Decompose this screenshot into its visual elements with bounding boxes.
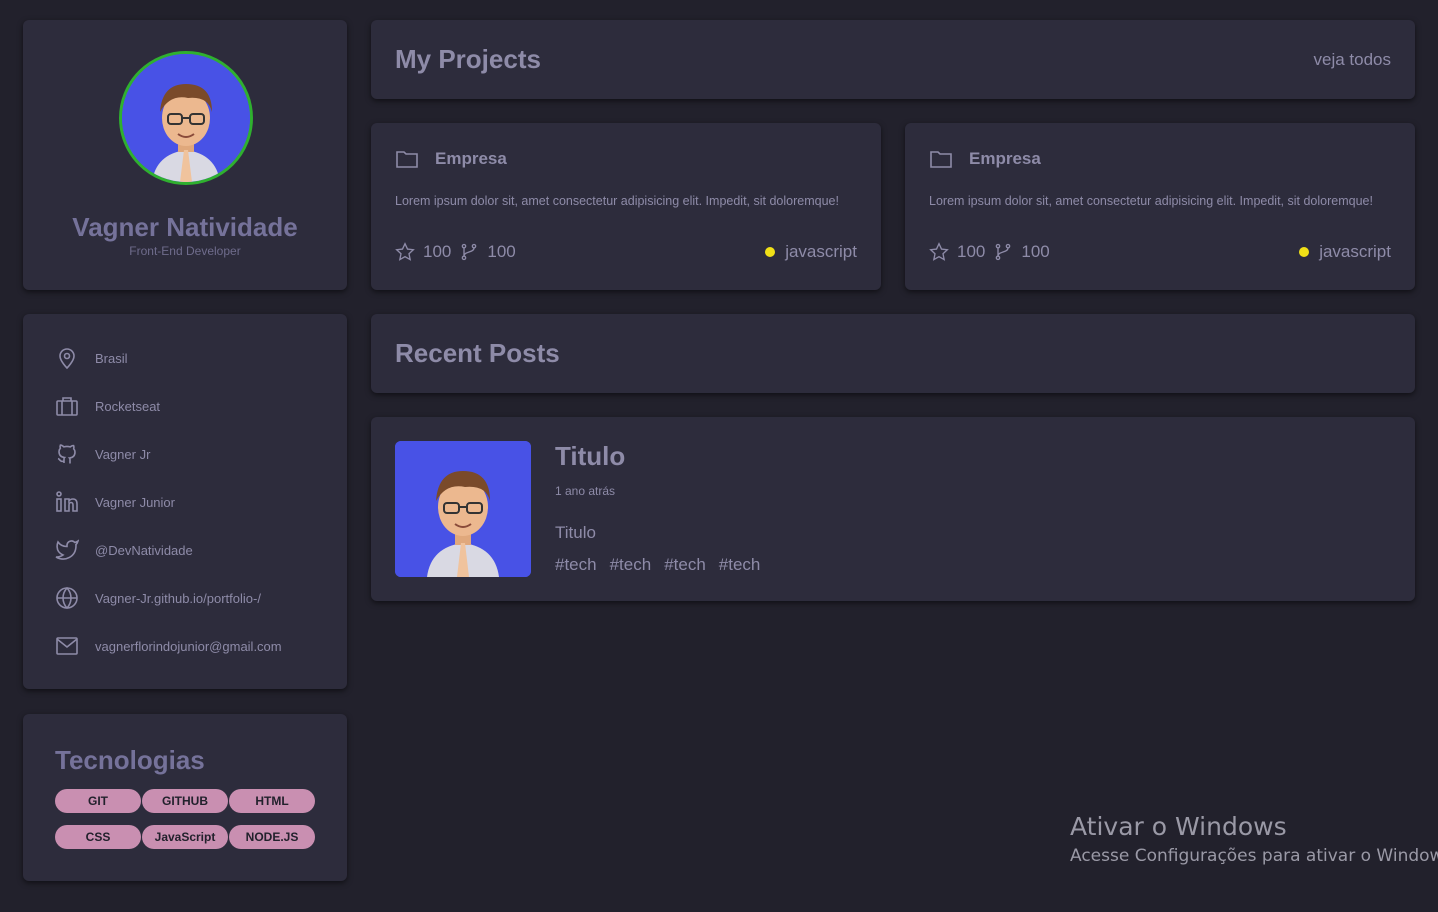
tech-pill: JavaScript (142, 825, 228, 849)
projects-header: My Projects veja todos (371, 20, 1415, 99)
project-stats: 100 100 (395, 242, 524, 262)
project-language: javascript (1299, 242, 1391, 262)
globe-icon (56, 586, 78, 610)
windows-activation-subtitle: Acesse Configurações para ativar o Windo… (1070, 846, 1438, 866)
post-tag[interactable]: #tech (719, 555, 761, 575)
project-name-text: Empresa (435, 149, 507, 168)
post-tag[interactable]: #tech (664, 555, 706, 575)
project-language-text: javascript (785, 242, 857, 261)
info-company: Rocketseat (55, 392, 160, 420)
post-title: Titulo (555, 441, 626, 471)
fork-icon (462, 243, 477, 261)
post-tag[interactable]: #tech (610, 555, 652, 575)
tech-pill: GIT (55, 789, 141, 813)
info-email[interactable]: vagnerflorindojunior@gmail.com (55, 632, 282, 660)
post-avatar-illustration (395, 441, 531, 577)
project-card[interactable]: Empresa Lorem ipsum dolor sit, amet cons… (371, 123, 881, 290)
project-name-text: Empresa (969, 149, 1041, 168)
windows-activation-title: Ativar o Windows (1070, 812, 1287, 841)
info-linkedin[interactable]: Vagner Junior (55, 488, 175, 516)
post-tags: #tech #tech #tech #tech (555, 555, 773, 575)
avatar-illustration (122, 54, 250, 182)
info-linkedin-text: Vagner Junior (95, 494, 175, 510)
profile-role: Front-End Developer (129, 244, 241, 258)
projects-title: My Projects (395, 44, 541, 74)
project-stars: 100 (423, 242, 452, 261)
star-icon (395, 242, 415, 261)
project-language: javascript (765, 242, 857, 262)
project-language-text: javascript (1319, 242, 1391, 261)
info-card: Brasil Rocketseat Vagner Jr Vagner Junio… (23, 314, 347, 689)
info-twitter-text: @DevNatividade (95, 542, 193, 558)
project-stars: 100 (957, 242, 986, 261)
project-stats: 100 100 (929, 242, 1058, 262)
info-location-text: Brasil (95, 350, 128, 366)
tech-pill: NODE.JS (229, 825, 315, 849)
info-website-text: Vagner-Jr.github.io/portfolio-/ (95, 590, 261, 606)
info-email-text: vagnerflorindojunior@gmail.com (95, 638, 282, 654)
tech-pill: CSS (55, 825, 141, 849)
project-name: Empresa (929, 147, 1041, 171)
post-subtitle: Titulo (555, 523, 596, 542)
technologies-title: Tecnologias (55, 745, 205, 775)
avatar (119, 51, 253, 185)
folder-icon (396, 151, 418, 168)
tech-pill: GITHUB (142, 789, 228, 813)
profile-name: Vagner Natividade (72, 212, 298, 242)
map-pin-icon (59, 348, 75, 370)
language-dot (765, 247, 776, 257)
folder-icon (930, 151, 952, 168)
info-website[interactable]: Vagner-Jr.github.io/portfolio-/ (55, 584, 261, 612)
post-card[interactable]: Titulo 1 ano atrás Titulo #tech #tech #t… (371, 417, 1415, 601)
post-tag[interactable]: #tech (555, 555, 597, 575)
posts-header: Recent Posts (371, 314, 1415, 393)
github-icon (57, 444, 76, 464)
project-forks: 100 (1021, 242, 1050, 261)
project-forks: 100 (487, 242, 516, 261)
fork-icon (996, 243, 1011, 261)
see-all-link[interactable]: veja todos (1314, 50, 1392, 70)
star-icon (929, 242, 949, 261)
posts-title: Recent Posts (395, 338, 560, 368)
briefcase-icon (56, 397, 78, 416)
tech-pill: HTML (229, 789, 315, 813)
post-time: 1 ano atrás (555, 484, 616, 498)
mail-icon (56, 637, 78, 655)
project-card[interactable]: Empresa Lorem ipsum dolor sit, amet cons… (905, 123, 1415, 290)
info-github[interactable]: Vagner Jr (55, 440, 150, 468)
project-description: Lorem ipsum dolor sit, amet consectetur … (929, 194, 1373, 208)
info-location: Brasil (55, 344, 128, 372)
info-twitter[interactable]: @DevNatividade (55, 536, 193, 564)
post-thumbnail (395, 441, 531, 577)
technologies-card: Tecnologias GIT GITHUB HTML CSS JavaScri… (23, 714, 347, 881)
twitter-icon (55, 539, 79, 560)
project-name: Empresa (395, 147, 507, 171)
profile-card: Vagner Natividade Front-End Developer (23, 20, 347, 290)
language-dot (1299, 247, 1310, 257)
linkedin-icon (56, 491, 78, 512)
info-github-text: Vagner Jr (95, 446, 151, 462)
info-company-text: Rocketseat (95, 398, 161, 414)
project-description: Lorem ipsum dolor sit, amet consectetur … (395, 194, 839, 208)
